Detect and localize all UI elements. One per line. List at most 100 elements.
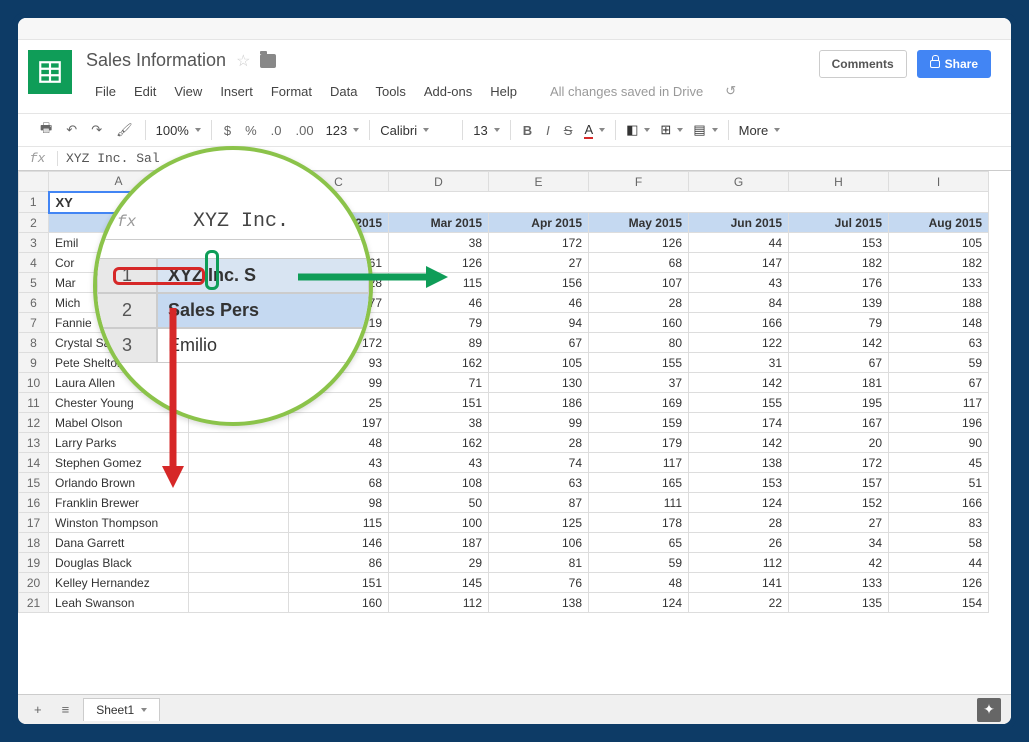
cell[interactable]: 182 <box>789 253 889 273</box>
cell[interactable]: 160 <box>589 313 689 333</box>
decrease-decimal[interactable]: .0 <box>265 119 288 142</box>
menu-view[interactable]: View <box>165 80 211 103</box>
cell[interactable]: 59 <box>889 353 989 373</box>
cell[interactable]: 154 <box>889 593 989 613</box>
cell[interactable]: 112 <box>389 593 489 613</box>
font-dropdown[interactable]: Calibri <box>376 121 456 140</box>
cell[interactable]: 27 <box>489 253 589 273</box>
cell[interactable]: 195 <box>789 393 889 413</box>
cell[interactable] <box>189 453 289 473</box>
cell[interactable]: 105 <box>889 233 989 253</box>
row-header[interactable]: 15 <box>19 473 49 493</box>
doc-title[interactable]: Sales Information <box>86 50 226 71</box>
cell[interactable] <box>189 533 289 553</box>
cell[interactable]: 138 <box>489 593 589 613</box>
explore-button[interactable]: ✦ <box>977 698 1001 722</box>
row-header[interactable]: 2 <box>19 213 49 233</box>
cell[interactable]: 160 <box>289 593 389 613</box>
col-header[interactable]: E <box>489 172 589 192</box>
format-currency[interactable]: $ <box>218 119 237 142</box>
row-header[interactable]: 14 <box>19 453 49 473</box>
cell[interactable]: 90 <box>889 433 989 453</box>
cell[interactable]: 50 <box>389 493 489 513</box>
cell[interactable]: 80 <box>589 333 689 353</box>
cell[interactable]: Jul 2015 <box>789 213 889 233</box>
cell[interactable]: Douglas Black <box>49 553 189 573</box>
col-header[interactable]: H <box>789 172 889 192</box>
sheet-tab[interactable]: Sheet1 <box>83 698 160 721</box>
cell[interactable]: 67 <box>489 333 589 353</box>
cell[interactable]: Aug 2015 <box>889 213 989 233</box>
cell[interactable] <box>189 573 289 593</box>
cell[interactable]: 156 <box>489 273 589 293</box>
cell[interactable]: 37 <box>589 373 689 393</box>
cell[interactable]: 38 <box>389 233 489 253</box>
col-header[interactable]: F <box>589 172 689 192</box>
cell[interactable] <box>189 593 289 613</box>
cell[interactable]: 58 <box>889 533 989 553</box>
cell[interactable]: 139 <box>789 293 889 313</box>
cell[interactable]: 48 <box>289 433 389 453</box>
cell[interactable]: 152 <box>789 493 889 513</box>
cell[interactable]: 135 <box>789 593 889 613</box>
cell[interactable]: 124 <box>589 593 689 613</box>
cell[interactable]: 29 <box>389 553 489 573</box>
row-header[interactable]: 9 <box>19 353 49 373</box>
cell[interactable]: 196 <box>889 413 989 433</box>
fill-color-button[interactable]: ◧ <box>622 120 654 140</box>
menu-format[interactable]: Format <box>262 80 321 103</box>
cell[interactable]: 42 <box>789 553 889 573</box>
cell[interactable]: 165 <box>589 473 689 493</box>
share-button[interactable]: Share <box>917 50 991 78</box>
cell[interactable]: Leah Swanson <box>49 593 189 613</box>
history-icon[interactable]: ↺ <box>716 79 745 103</box>
cell[interactable]: 167 <box>789 413 889 433</box>
cell[interactable]: 146 <box>289 533 389 553</box>
menu-help[interactable]: Help <box>481 80 526 103</box>
cell[interactable]: 105 <box>489 353 589 373</box>
cell[interactable]: 169 <box>589 393 689 413</box>
cell[interactable]: Franklin Brewer <box>49 493 189 513</box>
cell[interactable]: 117 <box>889 393 989 413</box>
col-header[interactable]: D <box>389 172 489 192</box>
cell[interactable]: 142 <box>789 333 889 353</box>
menu-tools[interactable]: Tools <box>366 80 414 103</box>
cell[interactable]: 26 <box>689 533 789 553</box>
cell[interactable]: 151 <box>389 393 489 413</box>
cell[interactable]: 142 <box>689 433 789 453</box>
cell[interactable]: 86 <box>289 553 389 573</box>
row-header[interactable]: 16 <box>19 493 49 513</box>
increase-decimal[interactable]: .00 <box>290 119 320 142</box>
cell[interactable]: 68 <box>589 253 689 273</box>
cell[interactable]: 122 <box>689 333 789 353</box>
cell[interactable]: 28 <box>589 293 689 313</box>
cell[interactable]: 178 <box>589 513 689 533</box>
cell[interactable]: 83 <box>889 513 989 533</box>
cell[interactable]: 176 <box>789 273 889 293</box>
cell[interactable]: 44 <box>889 553 989 573</box>
row-header[interactable]: 18 <box>19 533 49 553</box>
cell[interactable]: 100 <box>389 513 489 533</box>
text-color-button[interactable]: A <box>580 120 609 141</box>
col-header[interactable]: G <box>689 172 789 192</box>
col-header[interactable]: I <box>889 172 989 192</box>
cell[interactable]: 112 <box>689 553 789 573</box>
redo-icon[interactable]: ↷ <box>85 118 108 142</box>
cell[interactable]: 172 <box>489 233 589 253</box>
row-header[interactable]: 21 <box>19 593 49 613</box>
cell[interactable]: 44 <box>689 233 789 253</box>
cell[interactable]: 172 <box>789 453 889 473</box>
cell[interactable]: 20 <box>789 433 889 453</box>
cell[interactable]: 141 <box>689 573 789 593</box>
row-header[interactable]: 20 <box>19 573 49 593</box>
cell[interactable]: 145 <box>389 573 489 593</box>
cell[interactable]: 187 <box>389 533 489 553</box>
cell[interactable]: Mar 2015 <box>389 213 489 233</box>
fontsize-dropdown[interactable]: 13 <box>469 121 503 140</box>
folder-icon[interactable] <box>260 54 276 68</box>
cell[interactable]: 43 <box>389 453 489 473</box>
row-header[interactable]: 3 <box>19 233 49 253</box>
cell[interactable]: 155 <box>589 353 689 373</box>
row-header[interactable]: 10 <box>19 373 49 393</box>
cell[interactable]: 181 <box>789 373 889 393</box>
